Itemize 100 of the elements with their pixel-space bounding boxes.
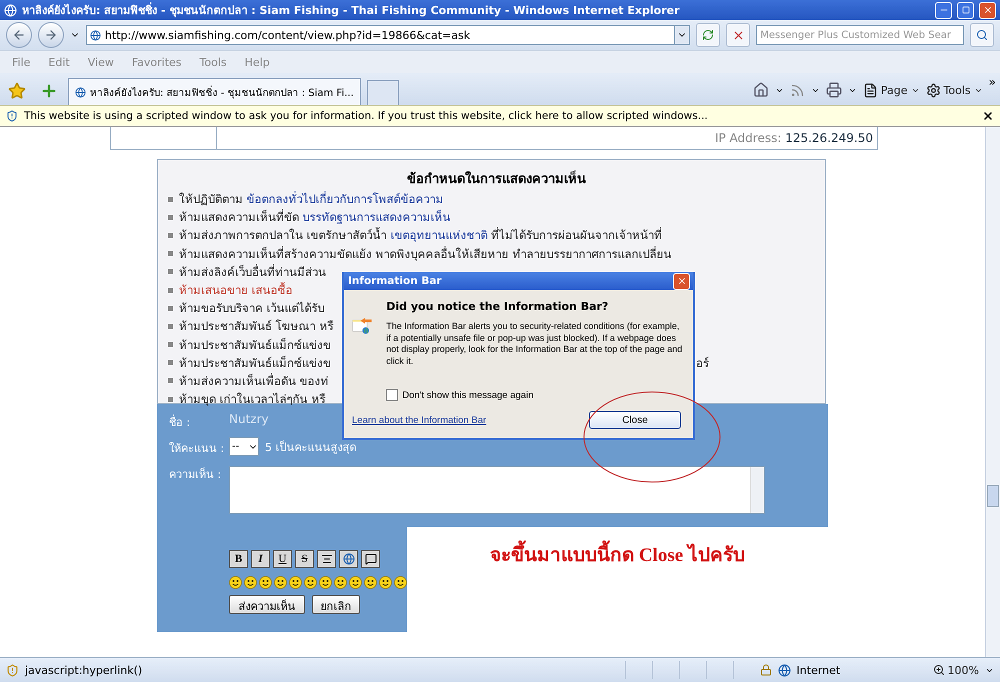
smiley-icon[interactable] bbox=[244, 576, 257, 589]
globe-icon bbox=[342, 553, 354, 565]
address-field[interactable]: http://www.siamfishing.com/content/view.php?id=19866&cat=ask bbox=[86, 25, 690, 45]
smiley-icon[interactable] bbox=[364, 576, 377, 589]
globe-icon bbox=[90, 30, 101, 40]
rating-label: ให้คะแนน : bbox=[168, 441, 224, 457]
rule-text: ห้ามเสนอขาย เสนอซื้อ bbox=[179, 281, 293, 300]
stop-button[interactable] bbox=[726, 23, 750, 47]
speech-bubble-icon bbox=[364, 553, 376, 565]
smiley-icon[interactable] bbox=[334, 576, 347, 589]
zoom-button[interactable]: 100% bbox=[932, 664, 979, 676]
maximize-button[interactable] bbox=[957, 2, 974, 18]
page-icon bbox=[862, 82, 878, 98]
rule-text: ห้ามส่งลิงค์เว็บอื่นที่ท่านมีส่วน bbox=[179, 263, 326, 281]
smiley-icon[interactable] bbox=[319, 576, 332, 589]
smiley-icon[interactable] bbox=[259, 576, 272, 589]
close-icon bbox=[982, 5, 992, 15]
tools-menu-button[interactable]: Tools bbox=[926, 82, 983, 98]
search-button[interactable] bbox=[970, 23, 994, 47]
info-bar-message: This website is using a scripted window to ask you for information. If you trust this website, click here to allow scripted windows... bbox=[24, 110, 709, 122]
home-icon[interactable] bbox=[752, 82, 769, 98]
rule-text: อร์ bbox=[696, 354, 709, 372]
url-text: http://www.siamfishing.com/content/view.php?id=19866&cat=ask bbox=[104, 28, 472, 42]
page-menu-button[interactable]: Page bbox=[862, 82, 920, 98]
annotation-caption: จะขึ้นมาแบบนี้กด Close ไปครับ bbox=[490, 539, 745, 632]
browser-tab[interactable]: หาลิงค์ยังไงครับ: สยามฟิชชิ่ง - ชุมชนนักตกปลา : Siam Fi... bbox=[68, 78, 361, 105]
rule-link[interactable]: ข้อตกลงทั่วไปเกี่ยวกับการโพสต์ข้อความ bbox=[246, 192, 444, 206]
more-button[interactable]: » bbox=[988, 75, 996, 89]
ip-address-text: IP Address: 125.26.249.50 bbox=[714, 130, 874, 147]
shield-icon bbox=[6, 110, 18, 122]
bullet-icon bbox=[168, 342, 173, 348]
submit-button[interactable]: ส่งความเห็น bbox=[229, 595, 305, 614]
bullet-icon bbox=[168, 232, 173, 238]
smiley-icon[interactable] bbox=[289, 576, 302, 589]
comment-input[interactable] bbox=[229, 466, 765, 514]
smiley-icon[interactable] bbox=[304, 576, 317, 589]
dont-show-checkbox[interactable]: Don't show this message again bbox=[386, 389, 685, 401]
rule-text: ห้ามส่งภาพการตกปลาใน เขตรักษาสัตว์น้ำ เขตอุทยานแห่งชาติ ที่ไม่ได้รับการผ่อนผันจากเจ้าหน้าที่ bbox=[179, 226, 662, 244]
smiley-icon[interactable] bbox=[229, 576, 242, 589]
italic-button[interactable]: I bbox=[251, 550, 270, 568]
rating-select[interactable]: -- bbox=[229, 437, 259, 456]
smiley-icon[interactable] bbox=[379, 576, 392, 589]
dialog-title: Information Bar bbox=[348, 275, 443, 287]
rule-text: ให้ปฏิบัติตาม ข้อตกลงทั่วไปเกี่ยวกับการโพสต์ข้อความ bbox=[179, 190, 444, 208]
bullet-icon bbox=[168, 378, 173, 384]
rating-hint: 5 เป็นคะแนนสูงสุด bbox=[265, 439, 356, 456]
cancel-button[interactable]: ยกเลิก bbox=[312, 595, 360, 614]
close-button[interactable] bbox=[979, 2, 996, 18]
close-button[interactable] bbox=[673, 272, 690, 290]
star-icon[interactable] bbox=[8, 82, 26, 100]
rules-title: ข้อกำหนดในการแสดงความเห็น bbox=[406, 170, 587, 189]
globe-icon bbox=[75, 86, 86, 98]
refresh-icon bbox=[702, 29, 714, 41]
rule-text: ห้ามขอรับบริจาค เว้นแต่ได้รับ bbox=[179, 300, 325, 318]
search-field[interactable]: Messenger Plus Customized Web Sear bbox=[756, 25, 964, 45]
refresh-button[interactable] bbox=[696, 23, 720, 47]
rule-link[interactable]: บรรทัดฐานการแสดงความเห็น bbox=[302, 210, 451, 224]
rule-text: ห้ามประชาสัมพันธ์ โฆษณา หรื bbox=[179, 318, 334, 336]
back-button[interactable] bbox=[6, 22, 32, 48]
minimize-button[interactable] bbox=[935, 2, 952, 18]
printer-icon[interactable] bbox=[826, 82, 842, 98]
smiley-icon[interactable] bbox=[349, 576, 362, 589]
status-text: javascript:hyperlink() bbox=[25, 664, 144, 676]
search-icon bbox=[976, 29, 988, 41]
bullet-icon bbox=[168, 214, 173, 220]
close-icon bbox=[676, 276, 686, 286]
bold-button[interactable]: B bbox=[229, 550, 248, 568]
learn-more-link[interactable]: Learn about the Information Bar bbox=[352, 414, 486, 426]
bullet-icon bbox=[168, 360, 173, 366]
underline-button[interactable]: U bbox=[273, 550, 292, 568]
bullet-icon bbox=[168, 269, 173, 274]
globe-icon bbox=[778, 664, 791, 676]
rule-link[interactable]: เขตอุทยานแห่งชาติ bbox=[390, 228, 488, 242]
scrollbar[interactable] bbox=[985, 127, 1000, 657]
information-bar[interactable]: This website is using a scripted window to ask you for information. If you trust this website, click here to allow scripted windows... bbox=[0, 105, 1000, 127]
bullet-icon bbox=[168, 196, 173, 202]
checkbox[interactable] bbox=[386, 389, 398, 401]
speech-bubble-button[interactable] bbox=[361, 550, 380, 568]
dialog-heading: Did you notice the Information Bar? bbox=[386, 300, 610, 313]
smiley-icon[interactable] bbox=[274, 576, 287, 589]
forward-button[interactable] bbox=[38, 22, 64, 48]
bullet-icon bbox=[168, 306, 173, 311]
close-icon[interactable] bbox=[982, 110, 994, 122]
dialog-message: The Information Bar alerts you to security-related conditions (for example, if a potentially unsafe file or pop-up was just blocked). If a webpage does not display properly, look for the Information Bar at the top of the page and click it. bbox=[386, 321, 684, 367]
rss-icon[interactable] bbox=[790, 82, 805, 98]
rule-text: ห้ามแสดงความเห็นที่สร้างความขัดแย้ง พาดพิงบุคคลอื่นให้เสียหาย ทำลายบรรยากาศการแลกเปลี่ยน bbox=[179, 245, 672, 263]
name-value: Nutzry bbox=[229, 411, 269, 428]
strikethrough-button[interactable]: S bbox=[295, 550, 314, 568]
bullet-icon bbox=[168, 324, 173, 329]
smiley-icon[interactable] bbox=[394, 576, 407, 589]
shield-icon bbox=[6, 664, 19, 676]
stop-icon bbox=[732, 28, 745, 42]
rule-text: ห้ามประชาสัมพันธ์แม็กซ์แข่งข bbox=[179, 354, 331, 372]
globe-button[interactable] bbox=[339, 550, 358, 568]
align-center-button[interactable] bbox=[317, 550, 336, 568]
plus-star-icon[interactable] bbox=[40, 82, 58, 100]
bullet-icon bbox=[168, 288, 173, 293]
rule-text: ห้ามแสดงความเห็นที่ขัด บรรทัดฐานการแสดงความเห็น bbox=[179, 208, 451, 226]
dialog-close-button[interactable]: Close bbox=[589, 411, 681, 429]
lock-icon bbox=[760, 664, 772, 676]
